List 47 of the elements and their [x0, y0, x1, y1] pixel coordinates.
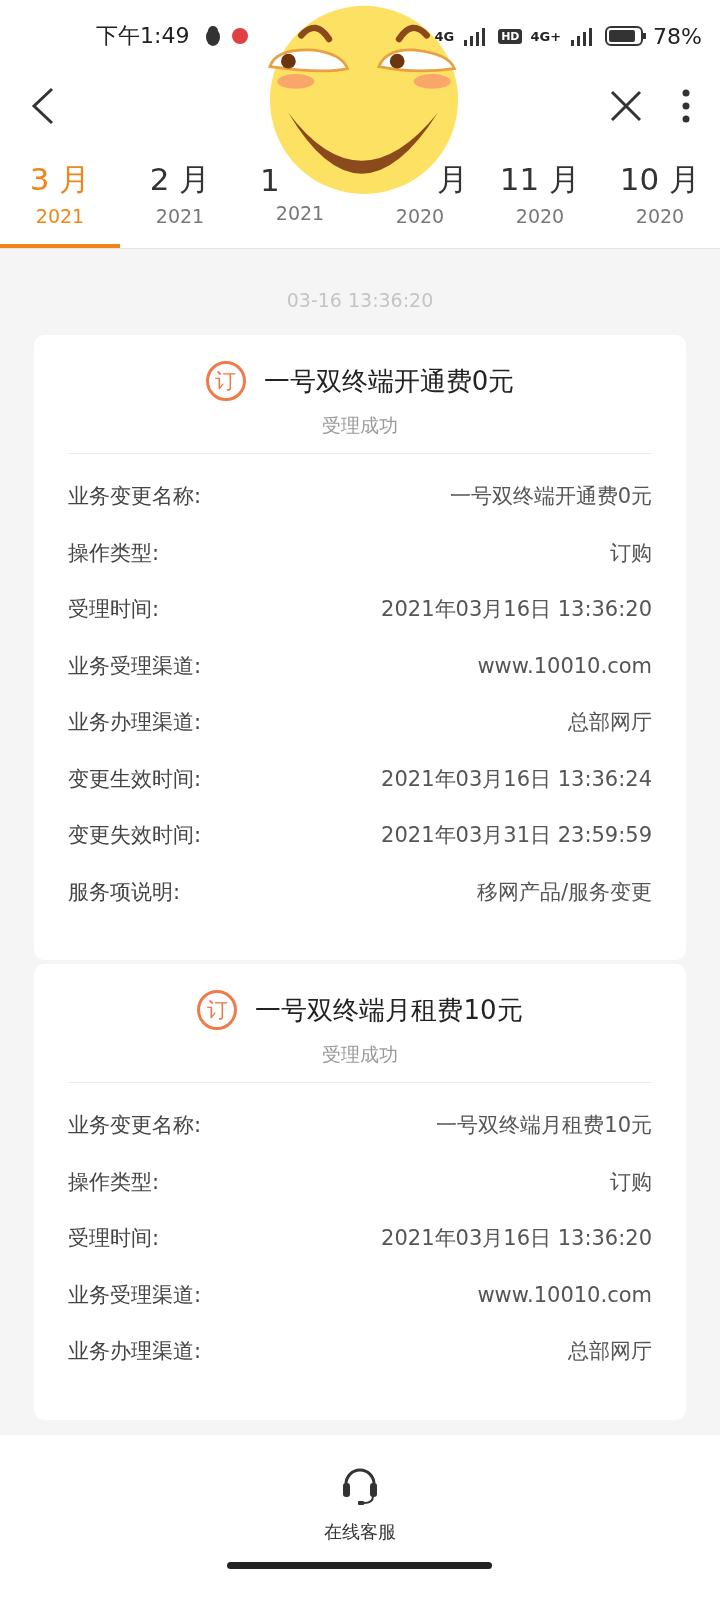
field-label: 受理时间:	[68, 1225, 160, 1253]
record-status: 受理成功	[322, 413, 398, 438]
online-service-button[interactable]: 在线客服	[318, 1465, 402, 1545]
order-badge: 订	[197, 990, 238, 1030]
field-value: 总部网厅	[568, 709, 652, 737]
field-label: 业务变更名称:	[68, 483, 202, 511]
field-label: 受理时间:	[68, 596, 160, 624]
network-type: 4G	[434, 28, 455, 44]
field-value: 一号双终端月租费10元	[436, 1112, 652, 1140]
field-value: 订购	[610, 539, 652, 567]
headset-icon	[340, 1466, 380, 1506]
month-tab[interactable]: 11 月 2020	[480, 150, 600, 248]
record-title: 一号双终端月租费10元	[255, 993, 523, 1027]
field-label: 业务受理渠道:	[68, 1281, 202, 1309]
field-value: 2021年03月16日 13:36:24	[381, 765, 652, 793]
field-value: 订购	[610, 1168, 652, 1196]
field-label: 操作类型:	[68, 1168, 160, 1196]
back-button[interactable]	[30, 87, 56, 125]
status-time: 下午1:49	[96, 22, 190, 50]
field-value: 移网产品/服务变更	[476, 878, 652, 906]
field-value: 2021年03月31日 23:59:59	[381, 822, 652, 850]
record-title: 一号双终端开通费0元	[263, 364, 515, 398]
close-button[interactable]	[610, 90, 642, 122]
field-value: www.10010.com	[477, 653, 652, 678]
field-label: 业务办理渠道:	[68, 1338, 202, 1366]
field-value: 总部网厅	[568, 1338, 652, 1366]
field-label: 服务项说明:	[68, 878, 181, 906]
field-value: www.10010.com	[477, 1282, 652, 1307]
field-label: 变更失效时间:	[68, 822, 202, 850]
field-value: 2021年03月16日 13:36:20	[381, 596, 652, 624]
network-type: 4G+	[530, 28, 562, 44]
app-notification-icon	[231, 27, 250, 45]
battery-icon	[605, 26, 648, 46]
field-label: 业务变更名称:	[68, 1112, 202, 1140]
record-status: 受理成功	[322, 1042, 398, 1067]
field-value: 2021年03月16日 13:36:20	[381, 1225, 652, 1253]
field-value: 一号双终端开通费0元	[449, 483, 652, 511]
field-label: 业务办理渠道:	[68, 709, 202, 737]
hd-indicator: HD	[498, 28, 523, 44]
month-tab[interactable]: 2 月 2021	[120, 150, 240, 248]
battery-level: 78%	[653, 23, 702, 49]
more-button[interactable]	[682, 89, 690, 123]
field-label: 业务受理渠道:	[68, 652, 202, 680]
order-badge: 订	[205, 361, 246, 401]
field-label: 操作类型:	[68, 539, 160, 567]
month-tab[interactable]: 10 月 2020	[600, 150, 720, 248]
field-label: 变更生效时间:	[68, 765, 202, 793]
